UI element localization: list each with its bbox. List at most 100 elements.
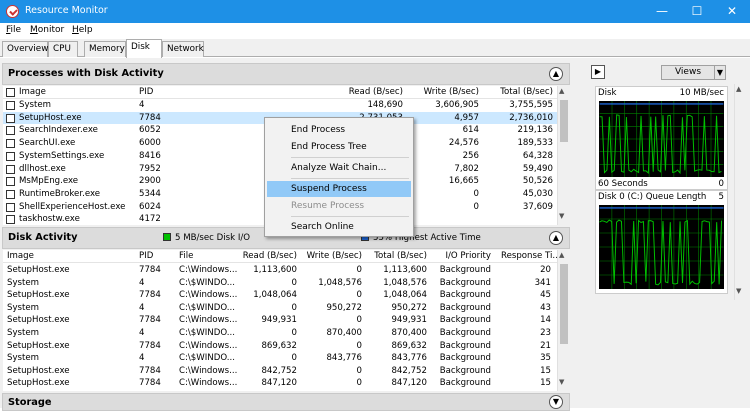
table-cell: Background [439,353,491,364]
scroll-down-icon[interactable]: ▼ [559,378,564,386]
table-cell: 7784 [139,378,161,389]
table-row[interactable]: SetupHost.exe 7784 C:\Windows... 869,632 0 86… [3,340,558,353]
table-cell: 6000 [139,138,161,149]
table-cell: Background [439,302,491,313]
table-row[interactable]: SetupHost.exe 7784 C:\Windows... 949,931 0 94… [3,314,558,327]
menu-help[interactable]: Help [72,25,93,35]
minimize-button[interactable]: — [645,0,679,23]
row-checkbox[interactable] [6,189,15,199]
table-cell: 1,048,576 [383,277,427,288]
collapse-icon[interactable]: ▲ [549,67,563,81]
table-row[interactable]: System 4 C:\$WINDO... 0 950,272 950,272 Backgr… [3,302,558,315]
col-response-time[interactable]: Response Ti... [501,251,561,261]
processes-panel-header[interactable]: Processes with Disk Activity ▲ [2,63,570,85]
row-checkbox[interactable] [6,202,15,212]
menu-end-process-tree[interactable]: End Process Tree [267,139,411,155]
queue-graph [598,204,725,290]
table-cell: 37,609 [522,201,553,212]
col-read[interactable]: Read (B/sec) [333,87,403,97]
table-cell: 341 [534,277,551,288]
table-cell: 4 [139,100,145,110]
table-row[interactable]: SetupHost.exe 7784 C:\Windows... 847,120 0 84… [3,377,558,390]
graphs-scrollbar[interactable]: ▲ ▼ [734,84,746,300]
disk-activity-scrollbar[interactable]: ▲ ▼ [557,250,569,391]
scroll-up-icon[interactable]: ▲ [559,251,564,259]
table-cell: 15 [540,378,551,389]
menu-end-process[interactable]: End Process [267,122,411,138]
table-row[interactable]: SetupHost.exe 7784 C:\Windows... 1,048,064 0… [3,289,558,302]
tab-disk[interactable]: Disk [126,39,162,58]
maximize-button[interactable]: ☐ [680,0,714,23]
col-image[interactable]: Image [19,87,46,97]
table-cell: 1,113,600 [383,265,427,275]
row-checkbox[interactable] [6,113,15,123]
table-row[interactable]: System 4 C:\$WINDO... 0 843,776 843,776 Backgr… [3,352,558,365]
table-cell: SetupHost.exe [7,340,70,351]
menu-search-online[interactable]: Search Online [267,219,411,235]
row-checkbox[interactable] [6,151,15,161]
table-row[interactable]: SetupHost.exe 7784 C:\Windows... 1,113,600 0… [3,264,558,277]
table-cell: 43 [540,302,551,313]
row-checkbox[interactable] [6,215,15,225]
views-dropdown-icon[interactable]: ▼ [714,65,726,80]
scroll-down-icon[interactable]: ▼ [559,212,564,220]
disk-activity-title: Disk Activity [8,232,78,243]
table-row[interactable]: System 4 C:\$WINDO... 0 870,400 870,400 Backgr… [3,327,558,340]
menu-analyze-wait-chain[interactable]: Analyze Wait Chain... [267,160,411,176]
table-cell: 64,328 [522,150,553,161]
table-cell: 869,632 [391,340,427,351]
col-total[interactable]: Total (B/sec) [483,87,553,97]
col-io-priority[interactable]: I/O Priority [427,251,491,261]
select-all-checkbox[interactable] [6,88,15,97]
table-cell: System [7,277,40,288]
scroll-up-icon[interactable]: ▲ [559,87,564,95]
views-button[interactable]: Views [661,65,715,80]
col-write[interactable]: Write (B/sec) [293,251,362,261]
col-write[interactable]: Write (B/sec) [409,87,479,97]
col-total[interactable]: Total (B/sec) [357,251,427,261]
collapse-graphs-icon[interactable]: ▶ [591,65,605,79]
table-cell: 1,048,064 [253,290,297,301]
menu-file[interactable]: File [6,25,21,35]
table-row[interactable]: System 4 148,690 3,606,905 3,755,595 [3,99,558,112]
tab-network[interactable]: Network [162,41,204,57]
storage-panel-header[interactable]: Storage ▼ [2,393,570,411]
col-file[interactable]: File [179,251,193,261]
col-pid[interactable]: PID [139,87,153,97]
table-cell: RuntimeBroker.exe [19,188,101,199]
context-menu: End Process End Process Tree Analyze Wai… [264,117,414,237]
tab-overview[interactable]: Overview [2,41,48,57]
table-cell: 4 [139,328,145,338]
menu-separator [291,157,409,158]
table-cell: 2900 [139,176,161,187]
table-cell: Background [439,340,491,351]
table-cell: 0 [356,378,362,389]
close-button[interactable]: ✕ [715,0,749,23]
table-cell: 20 [540,265,551,275]
table-row[interactable]: System 4 C:\$WINDO... 0 1,048,576 1,048,576 Ba… [3,277,558,290]
collapse-icon[interactable]: ▲ [549,231,563,245]
table-cell: 45,030 [522,188,553,199]
table-row[interactable]: SetupHost.exe 7784 C:\Windows... 842,752 0 84… [3,365,558,378]
row-checkbox[interactable] [6,177,15,187]
tab-memory[interactable]: Memory [84,41,126,57]
col-image[interactable]: Image [7,251,34,261]
table-cell: 3,606,905 [435,100,479,110]
menu-monitor[interactable]: Monitor [30,25,64,35]
scroll-up-icon[interactable]: ▲ [736,85,741,93]
expand-icon[interactable]: ▼ [549,395,563,409]
scroll-down-icon[interactable]: ▼ [736,287,741,295]
table-cell: 50,526 [522,176,553,187]
table-cell: 870,400 [326,328,362,338]
scroll-thumb[interactable] [560,100,568,142]
processes-scrollbar[interactable]: ▲ ▼ [557,86,569,225]
row-checkbox[interactable] [6,126,15,136]
menu-suspend-process[interactable]: Suspend Process [267,181,411,197]
tab-cpu[interactable]: CPU [48,41,78,57]
col-pid[interactable]: PID [139,251,153,261]
scroll-thumb[interactable] [560,264,568,344]
row-checkbox[interactable] [6,164,15,174]
col-read[interactable]: Read (B/sec) [229,251,297,261]
row-checkbox[interactable] [6,101,15,110]
row-checkbox[interactable] [6,139,15,149]
